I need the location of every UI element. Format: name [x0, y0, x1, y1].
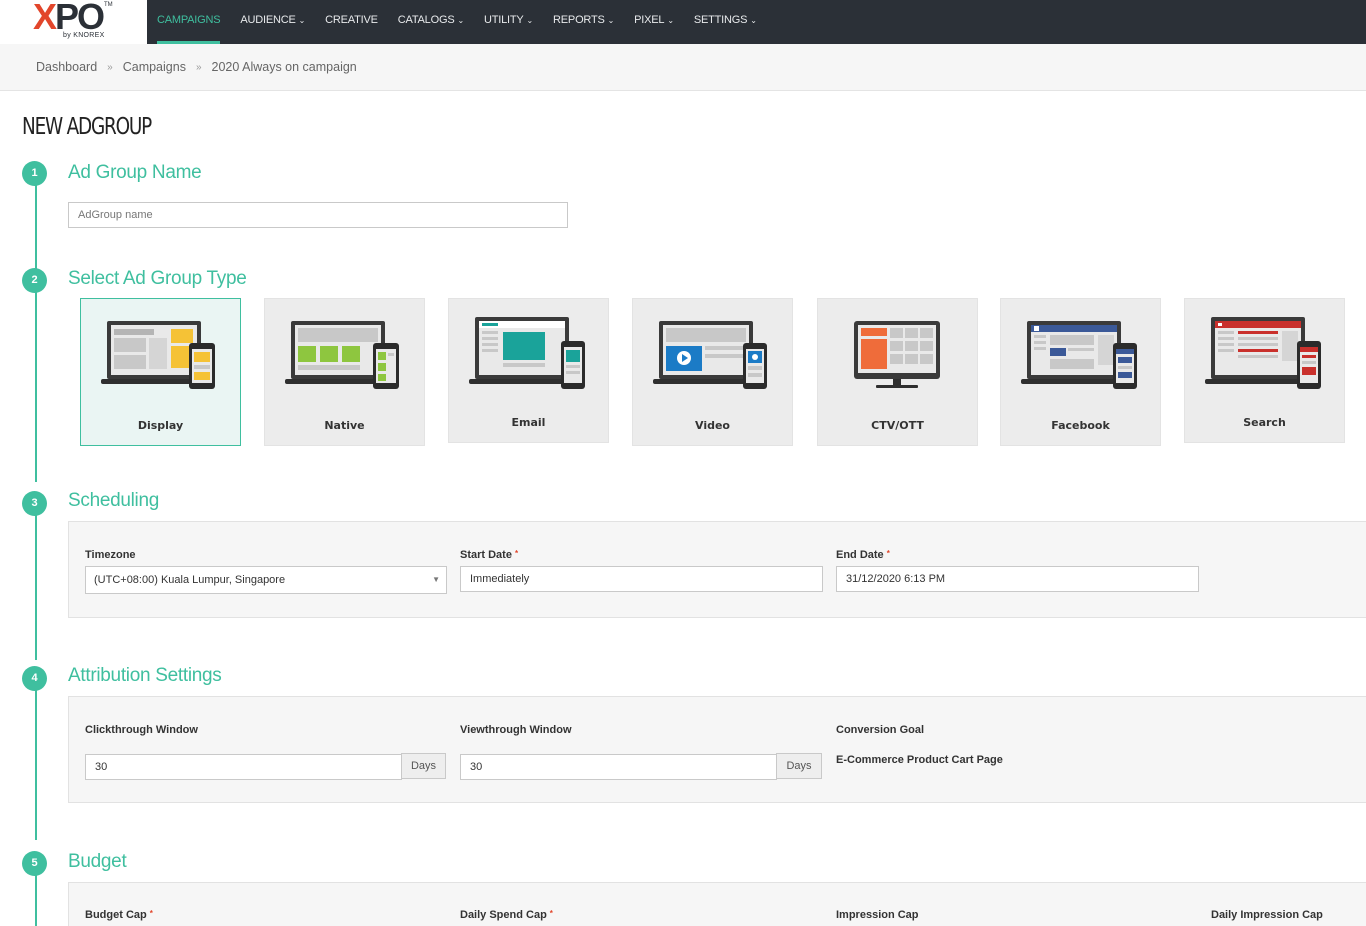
budget-panel: Budget Cap * Daily Spend Cap * Impression …	[68, 882, 1366, 926]
nav-utility[interactable]: UTILITY ⌄	[474, 0, 543, 44]
nav-settings[interactable]: SETTINGS ⌄	[684, 0, 767, 44]
page-title: NEW ADGROUP	[22, 114, 152, 140]
step-connector	[35, 875, 37, 926]
display-icon	[101, 321, 215, 389]
ad-type-search-card[interactable]: Search	[1184, 298, 1345, 443]
ad-type-video-card[interactable]: Video	[632, 298, 793, 446]
ad-type-native-card[interactable]: Native	[264, 298, 425, 446]
attribution-panel: Clickthrough Window Days Viewthrough Win…	[68, 696, 1366, 803]
nav-catalogs[interactable]: CATALOGS ⌄	[388, 0, 474, 44]
start-date-label: Start Date *	[460, 549, 519, 561]
logo[interactable]: XPO TM by KNOREX	[0, 0, 147, 44]
required-mark: *	[514, 549, 519, 558]
chevron-down-icon: ⌄	[750, 16, 757, 25]
breadcrumb: Dashboard » Campaigns » 2020 Always on c…	[0, 44, 1366, 91]
email-icon	[469, 317, 585, 389]
viewthrough-window-input[interactable]	[460, 754, 777, 780]
nav-reports[interactable]: REPORTS ⌄	[543, 0, 624, 44]
viewthrough-label: Viewthrough Window	[460, 724, 572, 736]
native-icon	[285, 321, 399, 389]
step-number: 2	[22, 268, 47, 293]
timezone-select[interactable]: (UTC+08:00) Kuala Lumpur, Singapore ▼	[85, 566, 447, 594]
end-date-input[interactable]	[836, 566, 1199, 592]
top-navbar: XPO TM by KNOREX CAMPAIGNS AUDIENCE ⌄ CRE…	[0, 0, 1366, 44]
clickthrough-label: Clickthrough Window	[85, 724, 198, 736]
scheduling-panel: Timezone (UTC+08:00) Kuala Lumpur, Singa…	[68, 521, 1366, 618]
breadcrumb-dashboard[interactable]: Dashboard	[36, 60, 97, 74]
clickthrough-days-addon: Days	[401, 753, 446, 779]
step-connector	[35, 185, 37, 275]
ad-type-label: Video	[695, 419, 730, 432]
conversion-goal-value[interactable]: E-Commerce Product Cart Page	[836, 754, 1003, 766]
required-mark: *	[149, 909, 153, 918]
daily-impression-cap-label: Daily Impression Cap	[1211, 909, 1323, 921]
step-connector	[35, 292, 37, 482]
ad-type-label: Display	[137, 419, 184, 432]
ctv-ott-icon	[854, 321, 940, 388]
ad-type-display-card[interactable]: Display	[80, 298, 241, 446]
facebook-icon	[1021, 321, 1137, 389]
chevron-down-icon: ⌄	[607, 16, 615, 25]
step-number: 1	[22, 161, 47, 186]
timezone-label: Timezone	[85, 549, 136, 561]
ad-type-label: Email	[511, 416, 546, 429]
dropdown-caret-icon: ▼	[432, 575, 440, 584]
nav-audience[interactable]: AUDIENCE ⌄	[230, 0, 315, 44]
start-date-input[interactable]	[460, 566, 823, 592]
logo-trademark: TM	[104, 2, 113, 8]
video-icon	[653, 321, 767, 389]
nav-campaigns[interactable]: CAMPAIGNS	[147, 0, 230, 44]
required-mark: *	[886, 549, 890, 558]
viewthrough-days-addon: Days	[776, 753, 822, 779]
chevron-down-icon: ⌄	[667, 16, 674, 25]
breadcrumb-separator: »	[195, 61, 202, 73]
step-title-scheduling: Scheduling	[68, 490, 160, 511]
adgroup-name-input[interactable]	[68, 202, 568, 228]
ad-type-ctv-ott-card[interactable]: CTV/OTT	[817, 298, 978, 446]
budget-cap-label: Budget Cap *	[85, 909, 153, 921]
daily-spend-cap-label: Daily Spend Cap *	[460, 909, 553, 921]
step-connector	[35, 690, 37, 840]
required-mark: *	[549, 909, 553, 918]
step-number: 5	[22, 851, 47, 876]
step-title-attribution: Attribution Settings	[68, 665, 222, 686]
step-title-budget: Budget	[68, 851, 127, 872]
ad-type-email-card[interactable]: Email	[448, 298, 609, 443]
ad-type-label: Search	[1243, 416, 1286, 429]
step-number: 3	[22, 491, 47, 516]
step-title-ad-group-name: Ad Group Name	[68, 162, 202, 183]
breadcrumb-separator: »	[107, 61, 113, 73]
chevron-down-icon: ⌄	[457, 16, 464, 25]
logo-subtitle: by KNOREX	[63, 32, 105, 39]
nav-pixel[interactable]: PIXEL ⌄	[624, 0, 684, 44]
ad-type-label: CTV/OTT	[871, 419, 924, 432]
breadcrumb-current: 2020 Always on campaign	[211, 60, 357, 74]
chevron-down-icon: ⌄	[298, 16, 306, 25]
breadcrumb-campaigns[interactable]: Campaigns	[123, 60, 186, 74]
step-title-ad-group-type: Select Ad Group Type	[68, 268, 247, 289]
chevron-down-icon: ⌄	[526, 16, 534, 25]
ad-type-facebook-card[interactable]: Facebook	[1000, 298, 1161, 446]
ad-type-label: Facebook	[1051, 419, 1110, 432]
clickthrough-window-input[interactable]	[85, 754, 402, 780]
ad-type-label: Native	[324, 419, 365, 432]
conversion-goal-label: Conversion Goal	[836, 724, 925, 736]
step-number: 4	[22, 666, 47, 691]
main-nav: CAMPAIGNS AUDIENCE ⌄ CREATIVE CATALOGS ⌄ U…	[147, 0, 767, 44]
end-date-label: End Date *	[836, 549, 890, 561]
search-ad-icon	[1205, 317, 1321, 389]
nav-creative[interactable]: CREATIVE	[315, 0, 388, 44]
impression-cap-label: Impression Cap	[836, 909, 919, 921]
step-connector	[35, 515, 37, 660]
